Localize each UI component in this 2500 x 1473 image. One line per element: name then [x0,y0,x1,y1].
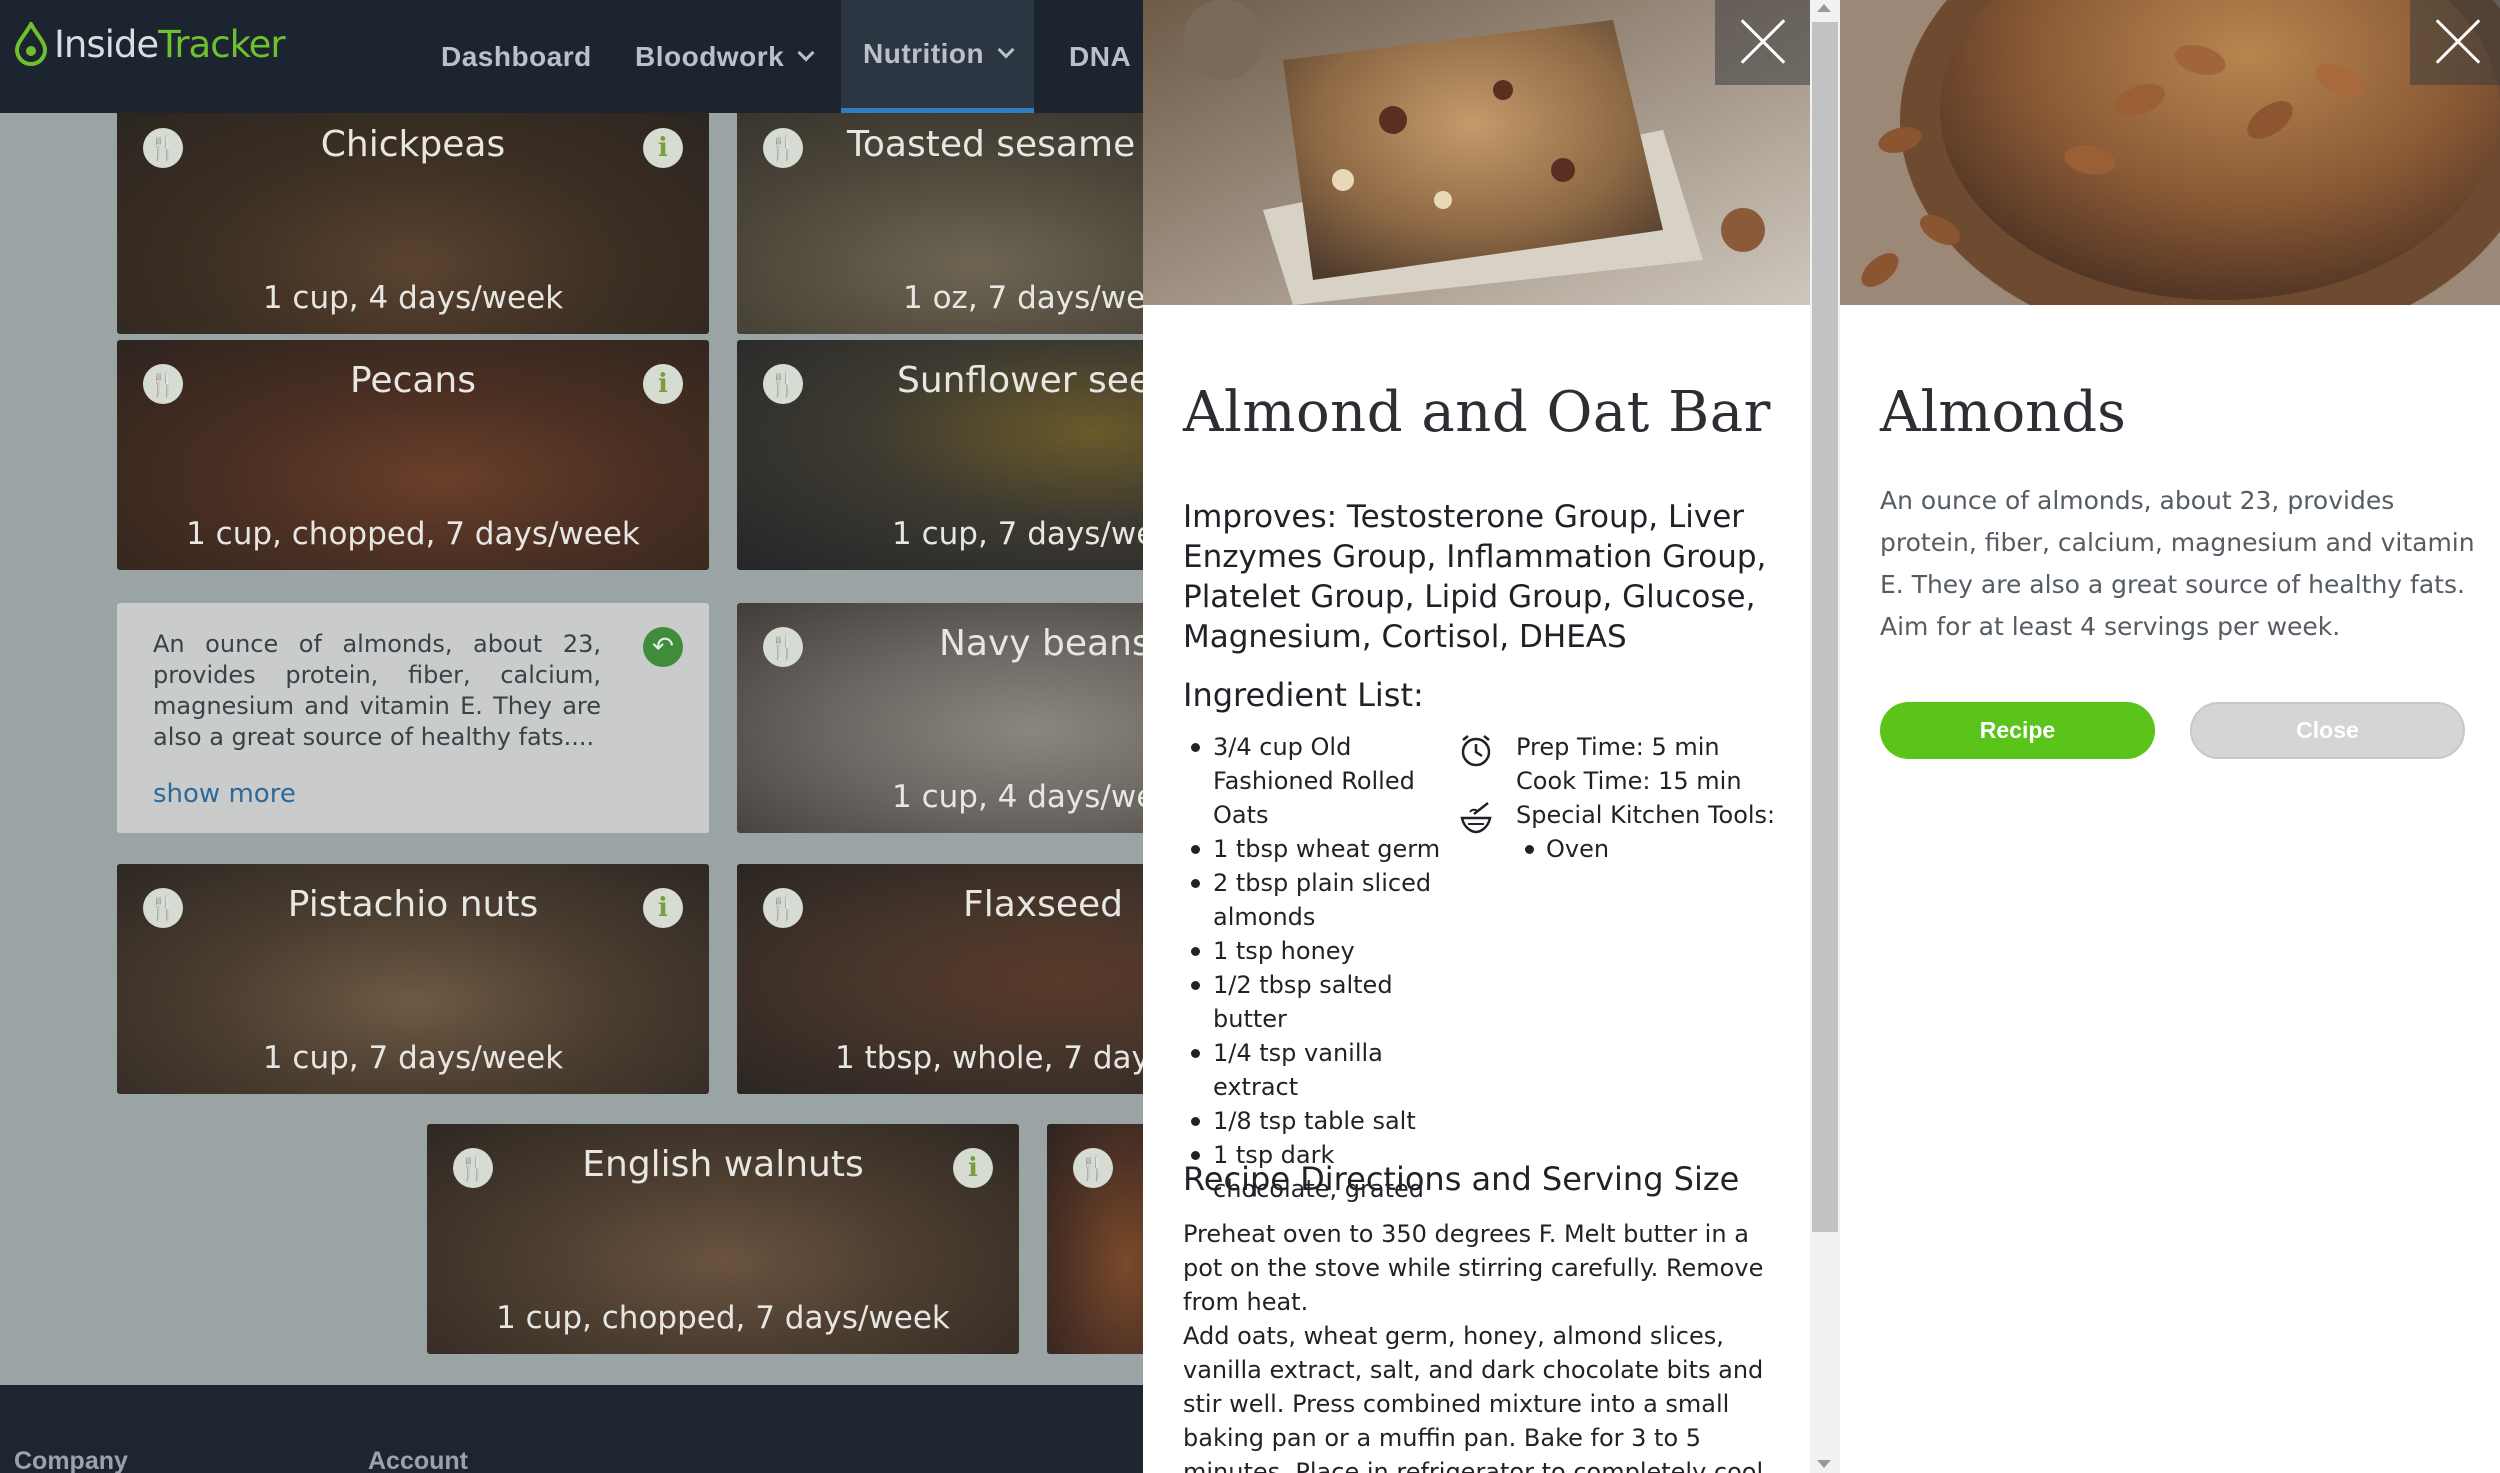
food-title: English walnuts [582,1144,864,1185]
almonds-description: An ounce of almonds, about 23, provides … [1880,486,2475,641]
food-title: Flaxseed [963,884,1123,925]
prep-time: Prep Time: 5 min [1516,733,1720,761]
nav-dna[interactable]: DNA [1069,0,1131,113]
directions-paragraph: Add oats, wheat germ, honey, almond slic… [1183,1322,1764,1473]
food-card[interactable]: 🍴 Sunflower see 1 cup, 7 days/wee [737,340,1143,570]
info-icon[interactable]: i [643,364,683,404]
footer-company[interactable]: Company [14,1447,128,1473]
ingredient-item: 1/8 tsp table salt [1183,1104,1463,1138]
food-card[interactable]: 🍴 English walnuts i 1 cup, chopped, 7 da… [427,1124,1019,1354]
food-serving: 1 tbsp, whole, 7 days/ [835,1040,1143,1076]
footer-account[interactable]: Account [368,1447,468,1473]
food-card[interactable]: 🍴 Toasted sesame s 1 oz, 7 days/wee [737,113,1143,334]
close-almonds-icon[interactable] [2410,0,2500,85]
footer: Company Account [0,1385,1143,1473]
ingredient-item: 2 tbsp plain sliced almonds [1183,866,1463,934]
scrollbar-thumb[interactable] [1812,22,1838,1232]
food-title: Chickpeas [320,124,506,165]
fork-icon: 🍴 [763,627,803,667]
logo-text: InsideTracker [54,22,286,66]
fork-icon: 🍴 [1073,1148,1113,1188]
clock-icon [1461,735,1491,767]
food-serving: 1 oz, 7 days/wee [903,280,1143,316]
directions-title: Recipe Directions and Serving Size [1183,1160,1740,1198]
cook-time: Cook Time: 15 min [1516,767,1742,795]
fork-icon: 🍴 [763,128,803,168]
food-serving: 1 cup, 4 days/week [262,280,564,316]
mixing-bowl-icon [1460,802,1492,834]
ingredient-title: Ingredient List: [1183,676,1424,714]
food-serving: 1 cup, 4 days/wee [892,779,1143,815]
recipe-image [1143,0,1810,305]
food-card[interactable]: 🍴 Pecans i 1 cup, chopped, 7 days/week [117,340,709,570]
food-serving: 1 cup, chopped, 7 days/week [186,516,640,552]
fork-icon: 🍴 [763,364,803,404]
info-icon[interactable]: i [643,128,683,168]
show-more-link[interactable]: show more [153,779,296,809]
fork-icon: 🍴 [763,888,803,928]
chevron-down-icon [997,41,1015,59]
recipe-button[interactable]: Recipe [1880,702,2155,759]
food-title: Toasted sesame s [847,124,1143,165]
almond-text-card[interactable]: An ounce of almonds, about 23, provides … [117,603,709,833]
food-title: Pecans [350,360,476,401]
oat-bar-photo [1143,0,1810,305]
top-nav: InsideTracker Dashboard Bloodwork Nutrit… [0,0,1143,113]
almonds-photo [1840,0,2500,305]
almonds-image [1840,0,2500,305]
info-icon[interactable]: i [643,888,683,928]
ingredient-item: 3/4 cup Old Fashioned Rolled Oats [1183,730,1463,832]
food-serving: 1 cup, 7 days/wee [892,516,1143,552]
ingredient-item: 1/2 tbsp salted butter [1183,968,1463,1036]
food-card[interactable]: 🍴 Pistachio nuts i 1 cup, 7 days/week [117,864,709,1094]
food-card[interactable]: 🍴 [1047,1124,1143,1354]
food-serving: 1 cup, chopped, 7 days/week [496,1300,950,1336]
kitchen-tools-row: Special Kitchen Tools: [1458,798,1798,834]
food-title: Sunflower see [897,360,1143,401]
recipe-meta: Prep Time: 5 min Cook Time: 15 min Speci… [1458,730,1798,866]
scroll-down-arrow[interactable] [1817,1460,1831,1468]
scroll-up-arrow[interactable] [1817,4,1831,12]
almonds-panel: Almonds An ounce of almonds, about 23, p… [1840,0,2500,1473]
food-card[interactable]: 🍴 Navy beans 1 cup, 4 days/wee [737,603,1143,833]
close-recipe-icon[interactable] [1715,0,1810,85]
food-title: Navy beans [939,623,1143,664]
recipe-improves: Improves: Testosterone Group, Liver Enzy… [1183,499,1767,655]
logo-drop-icon [14,22,48,66]
almonds-title: Almonds [1880,380,2126,445]
kitchen-tools-label: Special Kitchen Tools: [1516,801,1776,829]
directions-paragraph: Preheat oven to 350 degrees F. Melt butt… [1183,1220,1764,1316]
ingredient-item: 1/4 tsp vanilla extract [1183,1036,1463,1104]
food-serving: 1 cup, 7 days/week [262,1040,564,1076]
almond-card-description: An ounce of almonds, about 23, provides … [153,630,601,751]
close-button[interactable]: Close [2190,702,2465,759]
chevron-down-icon [797,44,815,61]
recipe-title: Almond and Oat Bar [1183,380,1771,445]
ingredient-list: 3/4 cup Old Fashioned Rolled Oats 1 tbsp… [1183,730,1463,1206]
flip-back-icon[interactable]: ↶ [643,627,683,667]
nav-nutrition[interactable]: Nutrition [841,0,1035,113]
directions-text: Preheat oven to 350 degrees F. Melt butt… [1183,1217,1783,1473]
nav-bloodwork[interactable]: Bloodwork [635,0,815,113]
cook-time-row: Cook Time: 15 min [1458,764,1798,798]
recipe-panel: Almond and Oat Bar Improves: Testosteron… [1143,0,1810,1473]
ingredient-item: 1 tsp honey [1183,934,1463,968]
nav-dashboard[interactable]: Dashboard [441,0,592,113]
food-card[interactable]: 🍴 Chickpeas i 1 cup, 4 days/week [117,113,709,334]
food-grid: 🍴 Chickpeas i 1 cup, 4 days/week 🍴 Toast… [0,113,1143,1385]
ingredient-item: 1 tbsp wheat germ [1183,832,1463,866]
prep-time-row: Prep Time: 5 min [1458,730,1798,767]
food-title: Pistachio nuts [287,884,539,925]
info-icon[interactable]: i [953,1148,993,1188]
food-card[interactable]: 🍴 Flaxseed 1 tbsp, whole, 7 days/ [737,864,1143,1094]
kitchen-tool-item: Oven [1458,832,1798,866]
logo[interactable]: InsideTracker [12,22,286,66]
